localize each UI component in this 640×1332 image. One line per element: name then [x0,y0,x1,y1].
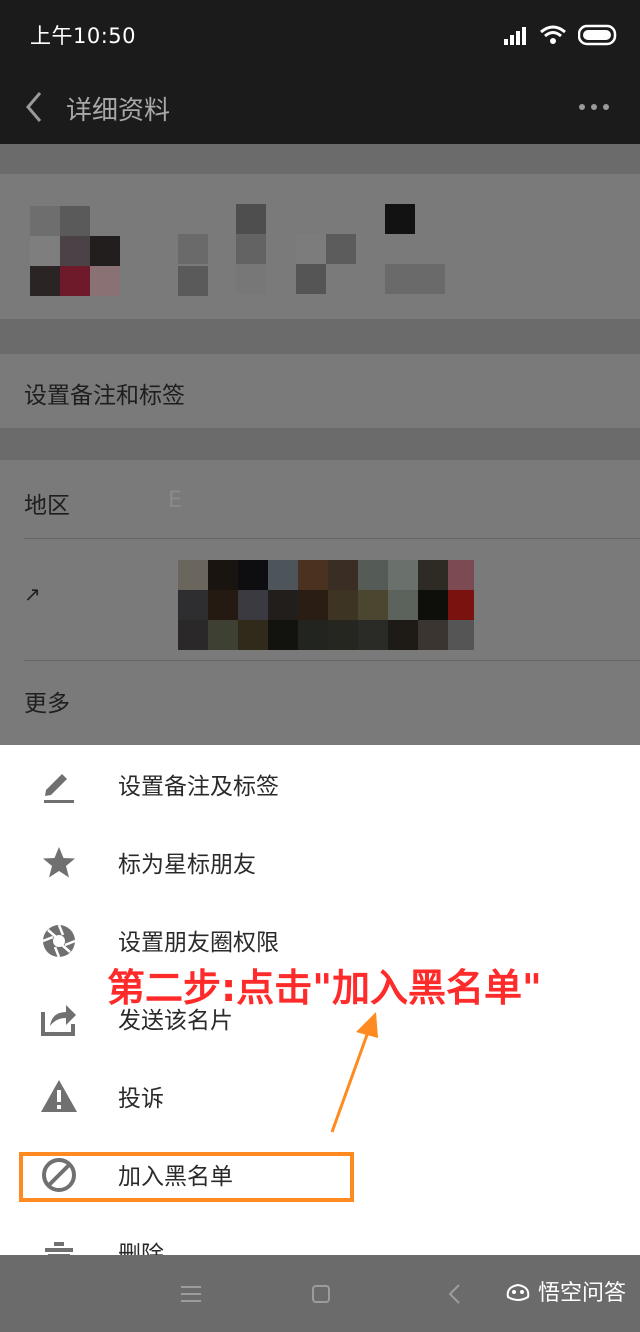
battery-icon [578,24,617,46]
status-icons [504,22,618,48]
navigation-bar: 悟空问答 [0,1255,640,1332]
set-remark-label: 设置备注及标签 [118,774,279,800]
wifi-icon [540,25,566,44]
annotation-arrow [330,1012,378,1133]
menu-nav-icon[interactable] [174,1277,208,1311]
profile-name-mosaic [178,204,448,296]
region-label: 地区 [24,493,70,519]
watermark: 悟空问答 [504,1275,626,1307]
highlight-box [19,1152,354,1202]
profile-page-dimmed: 设置备注和标签 地区 E ↗ 更多 [0,144,640,745]
remark-label: 设置备注和标签 [24,383,185,409]
moments-permission-label: 设置朋友圈权限 [118,930,279,956]
report-label: 投诉 [118,1086,164,1112]
delete-item[interactable]: 删除 [0,1213,640,1255]
set-remark-item[interactable]: 设置备注及标签 [0,745,640,823]
star-friend-item[interactable]: 标为星标朋友 [0,823,640,901]
signal-icon [504,27,526,45]
star-icon [43,847,75,878]
aperture-icon [42,924,76,958]
divider [24,660,640,661]
status-time: 上午10:50 [30,24,137,48]
star-friend-label: 标为星标朋友 [118,852,256,878]
back-nav-icon[interactable] [438,1277,472,1311]
profile-header[interactable] [0,174,640,319]
info-card: 地区 E ↗ 更多 [0,460,640,745]
avatar [30,206,120,296]
more-label[interactable]: 更多 [24,684,70,718]
more-options-icon[interactable] [578,92,610,122]
divider [24,538,640,539]
photos-mosaic[interactable] [178,560,474,650]
page-title: 详细资料 [66,96,171,126]
warning-icon [41,1080,77,1112]
back-arrow-icon[interactable] [20,87,50,127]
home-nav-icon[interactable] [304,1277,338,1311]
share-icon [41,1005,76,1036]
remark-row[interactable]: 设置备注和标签 [0,354,640,428]
watermark-text: 悟空问答 [537,1281,626,1306]
photo-label: ↗ [24,582,41,606]
title-bar: 详细资料 [0,70,640,144]
pencil-icon [44,774,74,803]
trash-icon [45,1242,73,1255]
status-bar: 上午10:50 [0,0,640,70]
annotation-text: 第二步:点击"加入黑名单" [107,966,542,1010]
wukong-logo-icon [506,1283,530,1301]
region-value: E [168,488,182,513]
delete-label: 删除 [118,1242,164,1255]
